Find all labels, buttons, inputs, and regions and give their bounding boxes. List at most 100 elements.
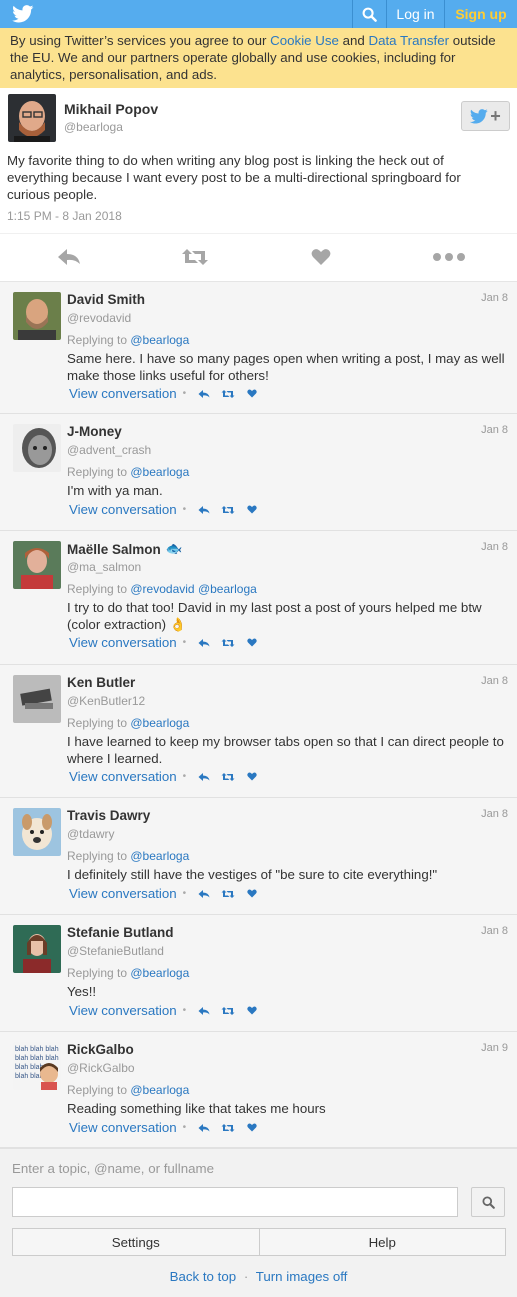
like-action[interactable] — [245, 1005, 259, 1017]
retweet-action[interactable] — [221, 1122, 235, 1134]
heart-icon — [311, 249, 331, 265]
avatar[interactable] — [13, 808, 61, 856]
like-action[interactable] — [245, 1122, 259, 1134]
avatar[interactable] — [8, 94, 56, 142]
search-input[interactable] — [12, 1187, 458, 1217]
login-link[interactable]: Log in — [386, 0, 444, 28]
tweet-actions — [0, 233, 517, 282]
mention-link[interactable]: @bearloga — [130, 465, 189, 479]
reply-tweet[interactable]: Ken Butler @KenButler12 Jan 8 Replying to @… — [0, 665, 517, 798]
reply-author-name[interactable]: RickGalbo — [67, 1042, 134, 1057]
reply-icon — [198, 772, 210, 781]
reply-date[interactable]: Jan 9 — [481, 1042, 508, 1054]
reply-action[interactable] — [197, 637, 211, 649]
reply-author-handle[interactable]: @RickGalbo — [67, 1061, 135, 1075]
view-conversation-link[interactable]: View conversation — [69, 1120, 177, 1135]
follow-button[interactable]: + — [461, 101, 510, 131]
view-conversation-link[interactable]: View conversation — [69, 635, 177, 650]
reply-author-name[interactable]: Ken Butler — [67, 675, 135, 690]
reply-date[interactable]: Jan 8 — [481, 925, 508, 937]
like-action[interactable] — [245, 388, 259, 400]
search-button[interactable] — [352, 0, 386, 28]
reply-action[interactable] — [197, 388, 211, 400]
reply-author-name[interactable]: Stefanie Butland — [67, 925, 174, 940]
reply-author-handle[interactable]: @KenButler12 — [67, 694, 145, 708]
mention-link[interactable]: @bearloga — [130, 849, 189, 863]
signup-link[interactable]: Sign up — [444, 0, 517, 28]
reply-tweet[interactable]: Maëlle Salmon 🐟 @ma_salmon Jan 8 Replying to… — [0, 531, 517, 665]
mention-link[interactable]: @bearloga — [130, 1083, 189, 1097]
like-action[interactable] — [245, 504, 259, 516]
reply-author-name[interactable]: David Smith — [67, 292, 145, 307]
like-action[interactable] — [245, 888, 259, 900]
reply-author-name[interactable]: Maëlle Salmon 🐟 — [67, 541, 183, 557]
view-conversation-link[interactable]: View conversation — [69, 886, 177, 901]
reply-action[interactable] — [197, 504, 211, 516]
reply-date[interactable]: Jan 8 — [481, 541, 508, 553]
reply-icon — [198, 638, 210, 647]
reply-tweet[interactable]: blah blah blah blah blah blah blah blah bla… — [0, 1032, 517, 1148]
footer: Enter a topic, @name, or fullname Settin… — [0, 1148, 517, 1297]
reply-date[interactable]: Jan 8 — [481, 292, 508, 304]
retweet-action[interactable] — [221, 637, 235, 649]
retweet-icon — [182, 249, 208, 265]
view-conversation-link[interactable]: View conversation — [69, 769, 177, 784]
mention-link[interactable]: @bearloga — [130, 966, 189, 980]
mention-link[interactable]: @revodavid — [130, 582, 194, 596]
search-submit-button[interactable] — [471, 1187, 505, 1217]
retweet-action[interactable] — [221, 388, 235, 400]
view-conversation-link[interactable]: View conversation — [69, 386, 177, 401]
data-transfer-link[interactable]: Data Transfer — [368, 33, 449, 48]
reply-action[interactable] — [197, 1122, 211, 1134]
help-button[interactable]: Help — [258, 1229, 506, 1255]
cookie-use-link[interactable]: Cookie Use — [270, 33, 339, 48]
reply-author-handle[interactable]: @advent_crash — [67, 443, 151, 457]
avatar[interactable] — [13, 925, 61, 973]
twitter-bird-icon[interactable] — [12, 5, 34, 23]
reply-author-handle[interactable]: @StefanieButland — [67, 944, 164, 958]
reply-action[interactable] — [197, 888, 211, 900]
reply-author-handle[interactable]: @tdawry — [67, 827, 115, 841]
retweet-action[interactable] — [221, 888, 235, 900]
retweet-action[interactable] — [221, 504, 235, 516]
reply-tweet[interactable]: David Smith @revodavid Jan 8 Replying to @b… — [0, 282, 517, 414]
reply-tweet[interactable]: Travis Dawry @tdawry Jan 8 Replying to @bea… — [0, 798, 517, 915]
reply-action[interactable] — [197, 771, 211, 783]
reply-author-handle[interactable]: @ma_salmon — [67, 560, 141, 574]
reply-date[interactable]: Jan 8 — [481, 675, 508, 687]
reply-tweet[interactable]: J-Money @advent_crash Jan 8 Replying to @be… — [0, 414, 517, 531]
avatar[interactable]: blah blah blah blah blah blah blah blah bla… — [13, 1042, 61, 1090]
mention-link[interactable]: @bearloga — [130, 716, 189, 730]
avatar[interactable] — [13, 424, 61, 472]
reply-author-name[interactable]: Travis Dawry — [67, 808, 150, 823]
author-handle[interactable]: @bearloga — [64, 120, 123, 134]
avatar[interactable] — [13, 675, 61, 723]
reply-author-handle[interactable]: @revodavid — [67, 311, 131, 325]
more-button[interactable] — [432, 244, 466, 270]
back-to-top-link[interactable]: Back to top — [170, 1269, 237, 1284]
retweet-button[interactable] — [180, 244, 210, 270]
like-button[interactable] — [306, 244, 336, 270]
reply-tweet[interactable]: Stefanie Butland @StefanieButland Jan 8 Rep… — [0, 915, 517, 1032]
tweet-timestamp[interactable]: 1:15 PM - 8 Jan 2018 — [7, 209, 122, 223]
mention-link[interactable]: @bearloga — [130, 333, 189, 347]
reply-date[interactable]: Jan 8 — [481, 424, 508, 436]
retweet-action[interactable] — [221, 771, 235, 783]
reply-date[interactable]: Jan 8 — [481, 808, 508, 820]
replying-to: Replying to @revodavid @bearloga — [67, 582, 257, 596]
avatar[interactable] — [13, 292, 61, 340]
author-name[interactable]: Mikhail Popov — [64, 101, 158, 117]
mention-link[interactable]: @bearloga — [198, 582, 257, 596]
like-action[interactable] — [245, 637, 259, 649]
turn-images-off-link[interactable]: Turn images off — [256, 1269, 348, 1284]
avatar[interactable] — [13, 541, 61, 589]
retweet-action[interactable] — [221, 1005, 235, 1017]
view-conversation-link[interactable]: View conversation — [69, 502, 177, 517]
like-action[interactable] — [245, 771, 259, 783]
settings-button[interactable]: Settings — [13, 1229, 259, 1255]
reply-text: Reading something like that takes me hou… — [67, 1101, 326, 1116]
reply-author-name[interactable]: J-Money — [67, 424, 122, 439]
reply-action[interactable] — [197, 1005, 211, 1017]
reply-button[interactable] — [54, 244, 84, 270]
view-conversation-link[interactable]: View conversation — [69, 1003, 177, 1018]
